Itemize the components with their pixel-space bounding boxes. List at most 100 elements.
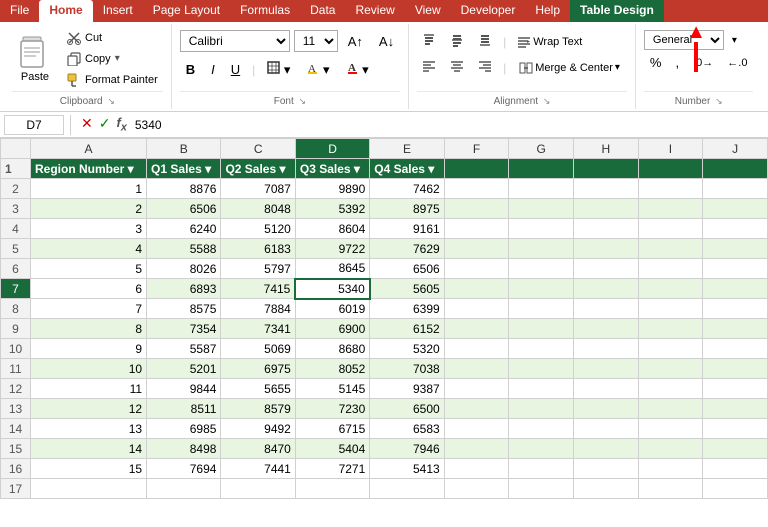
decrease-font-button[interactable]: A↓ [373,32,400,51]
cell-j7[interactable] [703,279,768,299]
cell-f16[interactable] [444,459,509,479]
empty-cell[interactable] [295,479,369,499]
col-header-f[interactable]: F [444,139,509,159]
cell-c6[interactable]: 5797 [221,259,295,279]
cell-c16[interactable]: 7441 [221,459,295,479]
cell-c13[interactable]: 8579 [221,399,295,419]
header-empty-g[interactable] [509,159,574,179]
cell-f12[interactable] [444,379,509,399]
cell-c8[interactable]: 7884 [221,299,295,319]
cell-a12[interactable]: 11 [31,379,147,399]
cell-g5[interactable] [509,239,574,259]
cell-j4[interactable] [703,219,768,239]
empty-cell[interactable] [509,479,574,499]
cell-c5[interactable]: 6183 [221,239,295,259]
cell-g9[interactable] [509,319,574,339]
cell-d8[interactable]: 6019 [295,299,369,319]
cell-f14[interactable] [444,419,509,439]
cell-a14[interactable]: 13 [31,419,147,439]
cell-e8[interactable]: 6399 [370,299,444,319]
cell-i4[interactable] [638,219,703,239]
cell-d4[interactable]: 8604 [295,219,369,239]
header-cell-q3[interactable]: Q3 Sales ▾ [295,159,369,179]
increase-decimal-button[interactable]: .0→ [687,55,719,71]
cell-i10[interactable] [638,339,703,359]
cell-h7[interactable] [573,279,638,299]
cell-e3[interactable]: 8975 [370,199,444,219]
cell-d9[interactable]: 6900 [295,319,369,339]
cell-d15[interactable]: 5404 [295,439,369,459]
cell-e12[interactable]: 9387 [370,379,444,399]
header-cell-q1[interactable]: Q1 Sales ▾ [147,159,221,179]
header-empty-j[interactable] [703,159,768,179]
cell-a6[interactable]: 5 [31,259,147,279]
align-middle-button[interactable] [445,30,469,53]
cell-a7[interactable]: 6 [31,279,147,299]
cell-f11[interactable] [444,359,509,379]
menu-insert[interactable]: Insert [93,0,143,22]
cell-e9[interactable]: 6152 [370,319,444,339]
align-top-button[interactable] [417,30,441,53]
cell-g14[interactable] [509,419,574,439]
cell-a8[interactable]: 7 [31,299,147,319]
cell-j9[interactable] [703,319,768,339]
cell-d2[interactable]: 9890 [295,179,369,199]
comma-button[interactable]: , [669,53,685,72]
font-size-select[interactable]: 11 [294,30,338,52]
cell-h13[interactable] [573,399,638,419]
empty-cell[interactable] [147,479,221,499]
menu-help[interactable]: Help [525,0,570,22]
menu-view[interactable]: View [405,0,451,22]
confirm-formula-icon[interactable]: ✓ [99,115,111,134]
cell-a5[interactable]: 4 [31,239,147,259]
cell-b7[interactable]: 6893 [147,279,221,299]
copy-button[interactable]: Copy ▾ [62,49,163,69]
cell-b9[interactable]: 7354 [147,319,221,339]
cell-d3[interactable]: 5392 [295,199,369,219]
cell-h15[interactable] [573,439,638,459]
cell-d5[interactable]: 9722 [295,239,369,259]
cell-i12[interactable] [638,379,703,399]
cell-b11[interactable]: 5201 [147,359,221,379]
cell-b8[interactable]: 8575 [147,299,221,319]
cell-f15[interactable] [444,439,509,459]
cell-e7[interactable]: 5605← [370,279,444,299]
header-empty-f[interactable] [444,159,509,179]
cell-d7[interactable]: 5340 [295,279,369,299]
cell-g12[interactable] [509,379,574,399]
cell-a10[interactable]: 9 [31,339,147,359]
col-header-a[interactable]: A [31,139,147,159]
cell-e15[interactable]: 7946 [370,439,444,459]
fill-color-button[interactable]: A ▾ [300,59,335,80]
cell-j13[interactable] [703,399,768,419]
cell-c9[interactable]: 7341 [221,319,295,339]
cell-e10[interactable]: 5320 [370,339,444,359]
cell-e4[interactable]: 9161 [370,219,444,239]
cell-b14[interactable]: 6985 [147,419,221,439]
cell-j12[interactable] [703,379,768,399]
cell-f5[interactable] [444,239,509,259]
cell-h11[interactable] [573,359,638,379]
cell-b16[interactable]: 7694 [147,459,221,479]
cell-c15[interactable]: 8470 [221,439,295,459]
cell-a16[interactable]: 15 [31,459,147,479]
bold-button[interactable]: B [180,60,201,79]
cell-b12[interactable]: 9844 [147,379,221,399]
cell-e13[interactable]: 6500 [370,399,444,419]
cell-g6[interactable] [509,259,574,279]
cell-j16[interactable] [703,459,768,479]
cell-h2[interactable] [573,179,638,199]
empty-cell[interactable] [370,479,444,499]
cell-f4[interactable] [444,219,509,239]
cell-f2[interactable] [444,179,509,199]
cell-i15[interactable] [638,439,703,459]
cell-j14[interactable] [703,419,768,439]
cell-b13[interactable]: 8511 [147,399,221,419]
paste-button[interactable]: Paste [12,30,58,88]
menu-review[interactable]: Review [345,0,404,22]
center-align-button[interactable] [445,56,469,79]
empty-cell[interactable] [638,479,703,499]
wrap-text-button[interactable]: Wrap Text [512,32,587,52]
cancel-formula-icon[interactable]: ✕ [81,115,93,134]
align-bottom-button[interactable] [473,30,497,53]
